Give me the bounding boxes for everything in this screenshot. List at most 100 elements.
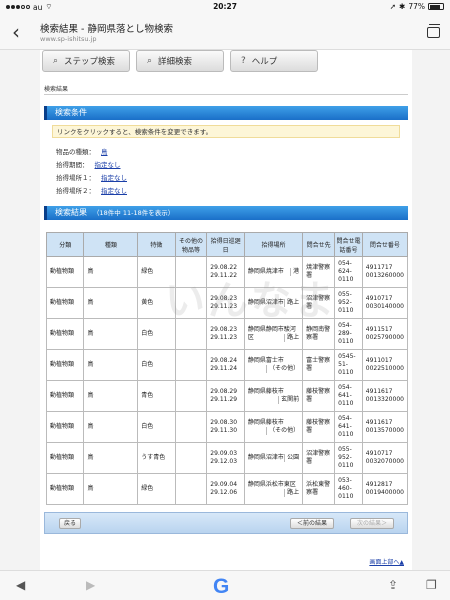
bottom-toolbar: ◀ ▶ G ⇪ ❐ <box>0 570 450 600</box>
chevron-left-icon[interactable]: ‹ <box>6 20 26 44</box>
location-detail: 路上 <box>284 334 299 342</box>
table-cell: 静岡県藤枝市 （その他） <box>243 411 304 443</box>
tabs-icon[interactable] <box>427 24 440 38</box>
table-cell: 静岡県富士市 （その他） <box>243 349 304 381</box>
breadcrumb: 検索結果 <box>44 86 69 93</box>
column-header: 特徴 <box>137 232 176 257</box>
column-header: 拾得場所 <box>243 232 304 257</box>
table-cell: 鳥 <box>83 318 139 350</box>
help-icon: ? <box>241 56 246 66</box>
back-arrow-icon[interactable]: ◀ <box>16 578 25 592</box>
table-cell <box>174 442 208 474</box>
table-cell: 沼津警察署 <box>302 442 336 474</box>
web-page: ⌕ ステップ検索 ⌕ 詳細検索 ? ヘルプ 検索結果 検索条件 リンクをクリック… <box>40 50 412 570</box>
table-cell: 4911717 0013260000 <box>361 256 409 288</box>
google-logo-icon[interactable]: G <box>213 575 229 599</box>
detail-search-button[interactable]: ⌕ 詳細検索 <box>136 50 224 72</box>
table-cell: 4911617 0013320000 <box>361 380 409 412</box>
location-detail: 路上 <box>284 489 299 497</box>
battery-percent: 77% <box>408 2 425 11</box>
battery-icon <box>428 3 444 10</box>
search-plus-icon: ⌕ <box>147 56 153 66</box>
table-cell: 鳥 <box>83 442 139 474</box>
table-cell: 緑色 <box>137 473 176 505</box>
back-button[interactable]: 戻る <box>59 518 81 529</box>
condition-label: 物品の種類： <box>56 148 95 156</box>
help-button[interactable]: ? ヘルプ <box>230 50 318 72</box>
location-city: 静岡県沼津市 <box>247 454 284 461</box>
table-cell: 29.09.04 29.12.06 <box>206 473 245 505</box>
results-heading: 検索結果 （18件中 11-18件を表示） <box>44 206 408 220</box>
table-cell: 4911517 0025790000 <box>361 318 409 350</box>
table-cell: 鳥 <box>83 287 139 319</box>
table-cell: 鳥 <box>83 473 139 505</box>
column-header: その他の物品等 <box>174 232 208 257</box>
table-cell: 鳥 <box>83 411 139 443</box>
table-cell: 動植物類 <box>45 287 85 319</box>
condition-label: 拾得場所１： <box>56 174 95 182</box>
condition-link[interactable]: 指定なし <box>101 174 127 182</box>
location-city: 静岡県浜松市東区 <box>247 481 296 488</box>
condition-item: 拾得場所１： 指定なし <box>56 172 127 182</box>
help-label: ヘルプ <box>251 57 278 67</box>
page-title: 検索結果 - 静岡県落とし物検索 <box>40 24 173 35</box>
results-heading-label: 検索結果 <box>55 208 87 217</box>
table-row[interactable]: 動植物類鳥白色 29.08.24 29.11.24 静岡県富士市 （その他） 富士警察署… <box>45 349 409 381</box>
location-detail: （その他） <box>266 427 299 435</box>
step-search-button[interactable]: ⌕ ステップ検索 <box>42 50 130 72</box>
table-cell: 4911617 0013570000 <box>361 411 409 443</box>
table-cell: 藤枝警察署 <box>302 380 336 412</box>
column-header: 問合せ電話番号 <box>334 232 363 257</box>
table-row[interactable]: 動植物類鳥うす青色 29.09.03 29.12.03 静岡県沼津市 公園 沼津警察署 0… <box>45 442 409 474</box>
share-icon[interactable]: ⇪ <box>388 578 398 592</box>
table-cell: 動植物類 <box>45 473 85 505</box>
condition-item: 物品の種類： 鳥 <box>56 146 108 156</box>
next-results-button[interactable]: 次の結果＞ <box>350 518 394 529</box>
table-cell: 静岡県沼津市 公園 <box>243 442 304 474</box>
column-header: 問合せ番号 <box>361 232 409 257</box>
condition-link[interactable]: 指定なし <box>101 187 127 195</box>
condition-label: 拾得場所２： <box>56 187 95 195</box>
table-cell: 動植物類 <box>45 380 85 412</box>
table-cell: 白色 <box>137 349 176 381</box>
table-cell: うす青色 <box>137 442 176 474</box>
page-url[interactable]: www.sp-ishitsu.jp <box>40 35 96 43</box>
table-cell: 青色 <box>137 380 176 412</box>
divider <box>44 94 408 95</box>
table-cell: 浜松東警察署 <box>302 473 336 505</box>
column-header: 種類 <box>83 232 139 257</box>
conditions-notice: リンクをクリックすると、検索条件を変更できます。 <box>52 125 400 138</box>
forward-arrow-icon[interactable]: ▶ <box>86 578 95 592</box>
table-cell: 静岡県藤枝市 玄関前 <box>243 380 304 412</box>
table-row[interactable]: 動植物類鳥白色 29.08.30 29.11.30 静岡県藤枝市 （その他） 藤枝警察署… <box>45 411 409 443</box>
location-icon: ➚ <box>389 2 397 11</box>
table-cell <box>174 411 208 443</box>
detail-search-label: 詳細検索 <box>158 57 193 67</box>
step-search-label: ステップ検索 <box>64 57 116 67</box>
condition-link[interactable]: 鳥 <box>101 148 108 156</box>
table-cell: 054-289-0110 <box>334 318 363 350</box>
table-cell: 29.08.24 29.11.24 <box>206 349 245 381</box>
table-cell: 054-641-0110 <box>334 411 363 443</box>
table-cell: 動植物類 <box>45 256 85 288</box>
condition-link[interactable]: 指定なし <box>95 161 121 169</box>
table-cell: 4910717 0030140000 <box>361 287 409 319</box>
pager-bar: 戻る ＜前の結果 次の結果＞ <box>44 512 408 534</box>
page-top-link[interactable]: 画面上部へ▲ <box>369 557 404 566</box>
table-row[interactable]: 動植物類鳥青色 29.08.29 29.11.29 静岡県藤枝市 玄関前 藤枝警察署 05… <box>45 380 409 412</box>
tabs-icon[interactable]: ❐ <box>426 578 437 592</box>
table-row[interactable]: 動植物類鳥緑色 29.09.04 29.12.06 静岡県浜松市東区 路上 浜松東警察署… <box>45 473 409 505</box>
table-cell: 動植物類 <box>45 349 85 381</box>
table-cell: 29.09.03 29.12.03 <box>206 442 245 474</box>
table-cell: 富士警察署 <box>302 349 336 381</box>
condition-item: 拾得期間： 指定なし <box>56 159 121 169</box>
browser-bar: ‹ 検索結果 - 静岡県落とし物検索 www.sp-ishitsu.jp <box>0 14 450 50</box>
prev-results-button[interactable]: ＜前の結果 <box>290 518 334 529</box>
table-cell: 動植物類 <box>45 411 85 443</box>
table-cell: 054-641-0110 <box>334 380 363 412</box>
location-detail: 公園 <box>284 454 299 462</box>
table-header-row: 分類 種類 特徴 その他の物品等 拾得日巡廻日 拾得場所 問合せ先 問合せ電話番号 問合せ番号 <box>45 232 409 257</box>
table-cell: 4912817 0019400000 <box>361 473 409 505</box>
table-cell: 白色 <box>137 411 176 443</box>
results-summary: （18件中 11-18件を表示） <box>93 209 175 217</box>
